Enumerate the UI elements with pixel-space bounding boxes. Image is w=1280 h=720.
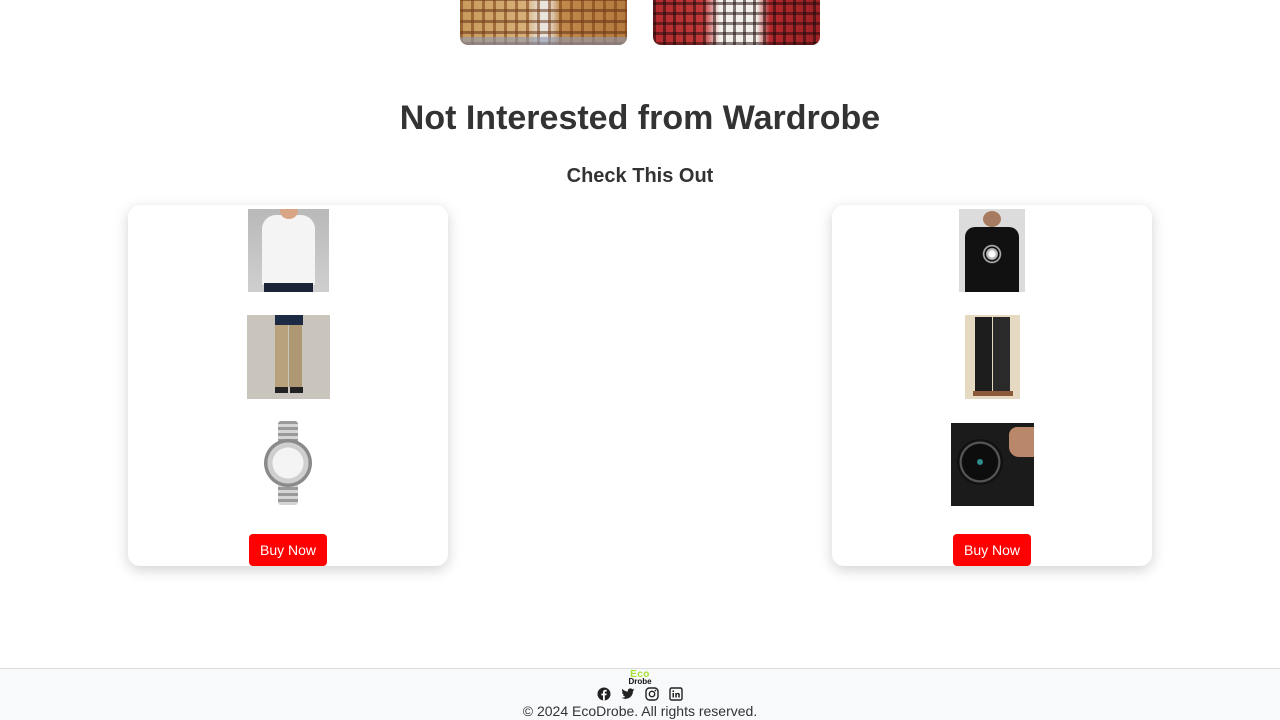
copyright-text: © 2024 EcoDrobe. All rights reserved. bbox=[522, 703, 758, 719]
plaid-shirt-brown-image bbox=[460, 0, 627, 45]
section-subtitle: Check This Out bbox=[566, 165, 714, 187]
khaki-pants-image bbox=[247, 315, 330, 399]
previous-outfit-strip bbox=[0, 0, 1280, 46]
black-tshirt-image bbox=[959, 209, 1025, 292]
facebook-icon[interactable] bbox=[597, 687, 611, 701]
ecodrobe-logo[interactable]: Eco Drobe bbox=[620, 670, 660, 686]
buy-now-button[interactable]: Buy Now bbox=[249, 534, 327, 566]
linkedin-icon[interactable] bbox=[669, 687, 683, 701]
section-title: Not Interested from Wardrobe bbox=[399, 99, 881, 137]
black-watch-image bbox=[951, 423, 1034, 506]
silver-watch-image bbox=[254, 421, 322, 505]
logo-line-2: Drobe bbox=[628, 677, 652, 686]
buy-now-button[interactable]: Buy Now bbox=[953, 534, 1031, 566]
plaid-shirt-red-image bbox=[653, 0, 820, 45]
social-links bbox=[0, 687, 1280, 701]
instagram-icon[interactable] bbox=[645, 687, 659, 701]
outfit-card-1: Buy Now bbox=[128, 205, 448, 566]
white-shirt-image bbox=[248, 209, 329, 292]
outfit-card-2: Buy Now bbox=[832, 205, 1152, 566]
black-pants-image bbox=[965, 315, 1020, 399]
footer: Eco Drobe © 2024 EcoDrobe. All rights re… bbox=[0, 668, 1280, 720]
twitter-icon[interactable] bbox=[621, 687, 635, 701]
